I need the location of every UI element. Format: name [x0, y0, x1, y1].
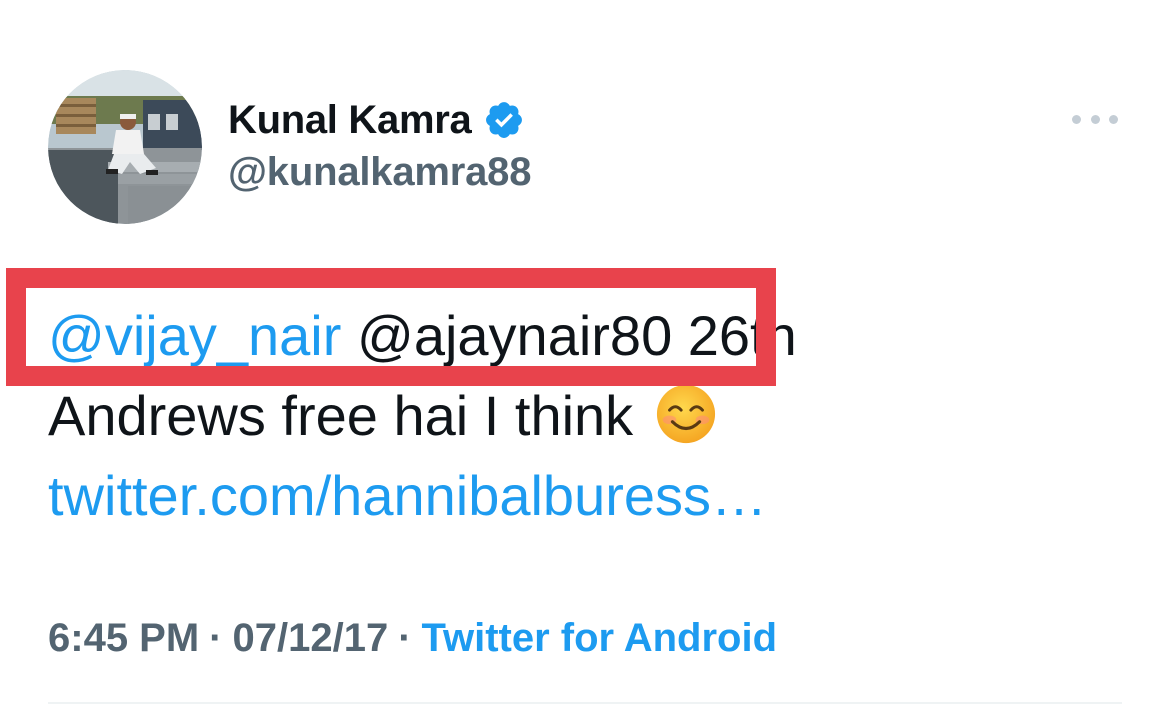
tweet-card: Kunal Kamra @kunalkamra88 @vijay_nair @a…: [0, 0, 1170, 708]
dot: [1090, 114, 1100, 124]
more-options-icon[interactable]: [1070, 104, 1120, 134]
tweet-line-2: Andrews free hai I think: [48, 376, 1128, 456]
smiling-face-emoji-icon: [656, 384, 715, 444]
tweet-source-link[interactable]: Twitter for Android: [422, 616, 778, 660]
tweet-line-1: @vijay_nair @ajaynair80 26th: [48, 296, 1128, 376]
meta-separator: ·: [398, 616, 412, 660]
tweet-meta: 6:45 PM · 07/12/17 · Twitter for Android: [48, 616, 777, 661]
author-name[interactable]: Kunal Kamra: [228, 98, 472, 143]
dot: [1109, 114, 1118, 124]
tweet-date[interactable]: 07/12/17: [233, 616, 389, 660]
tweet-line-2-text: Andrews free hai I think: [48, 384, 649, 447]
tweet-text: @vijay_nair @ajaynair80 26th Andrews fre…: [48, 296, 1128, 536]
tweet-url-link[interactable]: twitter.com/hannibalburess…: [48, 456, 1128, 536]
tweet-line-1-rest: @ajaynair80 26th: [341, 304, 797, 367]
tweet-time[interactable]: 6:45 PM: [48, 616, 199, 660]
verified-badge-icon: [486, 102, 523, 138]
divider: [48, 702, 1122, 704]
author-name-row: Kunal Kamra: [228, 94, 525, 146]
avatar[interactable]: [48, 70, 202, 224]
mention-link[interactable]: @vijay_nair: [48, 304, 341, 367]
dot: [1072, 114, 1081, 124]
author-handle[interactable]: @kunalkamra88: [228, 150, 531, 195]
meta-separator: ·: [209, 616, 223, 660]
